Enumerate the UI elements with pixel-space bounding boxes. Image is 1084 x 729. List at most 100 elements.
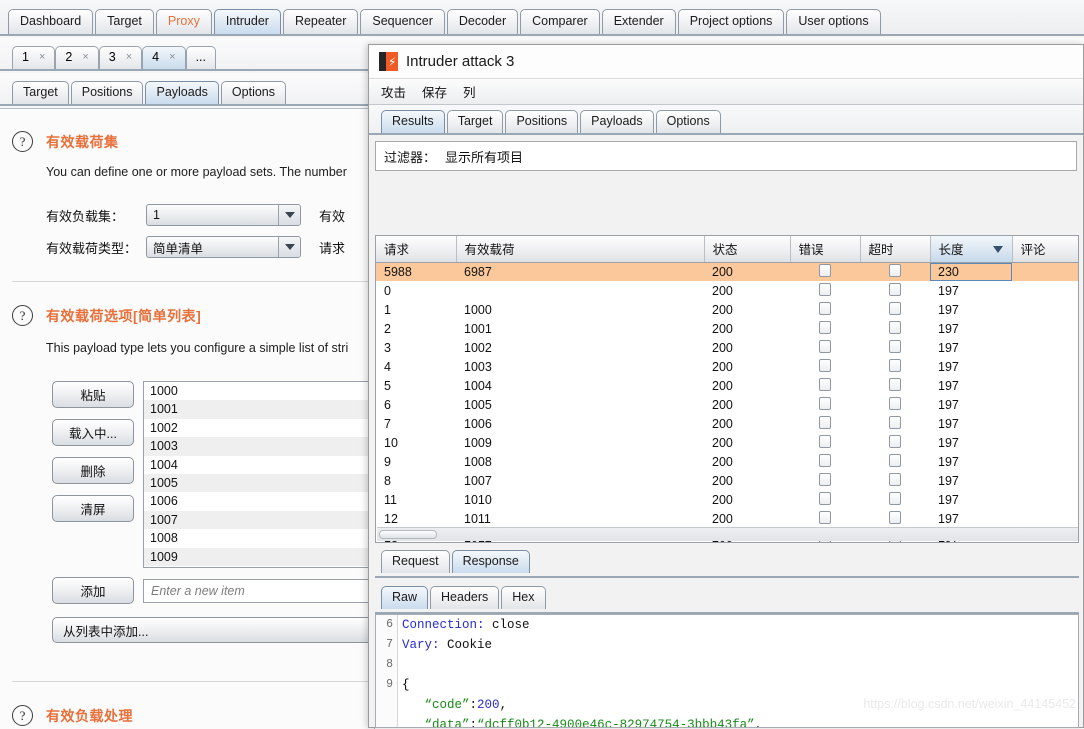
timeout-checkbox[interactable] (888, 415, 901, 429)
close-icon[interactable]: × (126, 50, 132, 65)
tab-project-options[interactable]: Project options (677, 9, 785, 34)
payload-list-item[interactable]: 1009 (144, 547, 373, 566)
subtab-positions[interactable]: Positions (70, 81, 144, 104)
attack-tab-3[interactable]: 3 × (98, 46, 143, 69)
message-tab-request[interactable]: Request (381, 550, 450, 573)
column-header-[interactable]: 错误 (790, 236, 861, 263)
dialog-tab-positions[interactable]: Positions (505, 110, 579, 133)
dialog-tab-target[interactable]: Target (446, 110, 504, 133)
attack-tab-4[interactable]: 4 × (142, 46, 186, 69)
new-item-input[interactable]: Enter a new item (143, 579, 374, 603)
table-row[interactable]: 1 1000 200 197 (376, 300, 1078, 319)
add-from-list-button[interactable]: 从列表中添加... (52, 617, 374, 643)
add-payload-button[interactable]: 添加 (52, 577, 134, 604)
message-tab-response[interactable]: Response (451, 550, 530, 573)
error-checkbox[interactable] (818, 377, 831, 391)
close-icon[interactable]: × (169, 50, 175, 65)
timeout-checkbox[interactable] (888, 453, 901, 467)
table-row[interactable]: 11 1010 200 197 (376, 490, 1078, 509)
error-checkbox[interactable] (818, 415, 831, 429)
table-row[interactable]: 2 1001 200 197 (376, 319, 1078, 338)
error-checkbox[interactable] (818, 301, 831, 315)
timeout-checkbox[interactable] (888, 263, 901, 277)
table-row[interactable]: 5988 6987 200 230 (376, 262, 1078, 281)
table-row[interactable]: 0 200 197 (376, 281, 1078, 300)
table-row[interactable]: 9 1008 200 197 (376, 452, 1078, 471)
menu-[interactable]: 保存 (422, 82, 447, 101)
column-header-[interactable]: 超时 (860, 236, 931, 263)
tab-user-options[interactable]: User options (786, 9, 881, 34)
table-row[interactable]: 3 1002 200 197 (376, 338, 1078, 357)
response-text[interactable]: Connection: close Vary: Cookie{ “code”:20… (402, 615, 1078, 727)
attack-tab-more[interactable]: ... (185, 46, 216, 69)
table-row[interactable]: 8 1007 200 197 (376, 471, 1078, 490)
column-header-[interactable]: 请求 (376, 236, 457, 263)
subtab-options[interactable]: Options (220, 81, 287, 104)
payload-set-select[interactable]: 1 (146, 204, 301, 226)
error-checkbox[interactable] (818, 453, 831, 467)
filter-bar[interactable]: 过滤器： 显示所有项目 (375, 141, 1077, 171)
close-icon[interactable]: × (82, 50, 88, 65)
timeout-checkbox[interactable] (888, 358, 901, 372)
column-header-[interactable]: 长度 (930, 236, 1013, 263)
timeout-checkbox[interactable] (888, 491, 901, 505)
dialog-tab-options[interactable]: Options (655, 110, 721, 133)
payload-type-select[interactable]: 简单清单 (146, 236, 301, 258)
error-checkbox[interactable] (818, 491, 831, 505)
payload-list[interactable]: 1000 1001 1002 1003 1004 1005 1006 1007 1008 1009 (143, 381, 374, 568)
payload-button-0[interactable]: 粘贴 (52, 381, 134, 408)
timeout-checkbox[interactable] (888, 434, 901, 448)
payload-list-item[interactable]: 1002 (144, 419, 373, 437)
payload-button-1[interactable]: 载入中... (52, 419, 134, 446)
table-row[interactable]: 7 1006 200 197 (376, 414, 1078, 433)
view-tab-headers[interactable]: Headers (430, 586, 500, 609)
timeout-checkbox[interactable] (888, 472, 901, 486)
tab-sequencer[interactable]: Sequencer (360, 9, 445, 34)
menu-[interactable]: 列 (463, 82, 476, 101)
tab-repeater[interactable]: Repeater (282, 9, 359, 34)
table-horizontal-scrollbar[interactable] (377, 527, 1078, 541)
subtab-target[interactable]: Target (12, 81, 69, 104)
close-icon[interactable]: × (39, 50, 45, 65)
payload-list-item[interactable]: 1000 (144, 382, 373, 400)
payload-list-item[interactable]: 1003 (144, 437, 373, 456)
tab-target[interactable]: Target (95, 9, 154, 34)
timeout-checkbox[interactable] (888, 396, 901, 410)
help-icon[interactable]: ? (12, 705, 33, 726)
error-checkbox[interactable] (818, 510, 831, 524)
error-checkbox[interactable] (818, 282, 831, 296)
attack-tab-1[interactable]: 1 × (12, 46, 56, 69)
payload-list-item[interactable]: 1007 (144, 510, 373, 530)
results-table-container[interactable]: 请求 有效载荷 状态 错误 超时 长度 评论 5988 6987 200 230 0 200 197 1 1… (375, 235, 1079, 543)
column-header-[interactable]: 状态 (704, 236, 791, 263)
tab-extender[interactable]: Extender (601, 9, 676, 34)
view-tab-hex[interactable]: Hex (501, 586, 546, 609)
error-checkbox[interactable] (818, 320, 831, 334)
attack-tab-2[interactable]: 2 × (55, 46, 99, 69)
timeout-checkbox[interactable] (888, 301, 901, 315)
payload-list-item[interactable]: 1005 (144, 473, 373, 493)
payload-button-3[interactable]: 清屏 (52, 495, 134, 522)
timeout-checkbox[interactable] (888, 282, 901, 296)
timeout-checkbox[interactable] (888, 377, 901, 391)
payload-list-item[interactable]: 1006 (144, 492, 373, 510)
tab-intruder[interactable]: Intruder (213, 9, 281, 34)
error-checkbox[interactable] (818, 358, 831, 372)
help-icon[interactable]: ? (12, 305, 33, 326)
menu-[interactable]: 攻击 (381, 82, 406, 101)
table-row[interactable]: 4 1003 200 197 (376, 357, 1078, 376)
subtab-payloads[interactable]: Payloads (145, 81, 219, 104)
dialog-tab-results[interactable]: Results (381, 110, 445, 133)
timeout-checkbox[interactable] (888, 510, 901, 524)
tab-decoder[interactable]: Decoder (446, 9, 519, 34)
dialog-tab-payloads[interactable]: Payloads (580, 110, 654, 133)
scrollbar-thumb[interactable] (379, 530, 437, 539)
table-row[interactable]: 6 1005 200 197 (376, 395, 1078, 414)
table-row[interactable]: 5 1004 200 197 (376, 376, 1078, 395)
help-icon[interactable]: ? (12, 131, 33, 152)
payload-list-item[interactable]: 1008 (144, 529, 373, 547)
timeout-checkbox[interactable] (888, 339, 901, 353)
error-checkbox[interactable] (818, 263, 831, 277)
tab-proxy[interactable]: Proxy (155, 9, 212, 34)
error-checkbox[interactable] (818, 396, 831, 410)
